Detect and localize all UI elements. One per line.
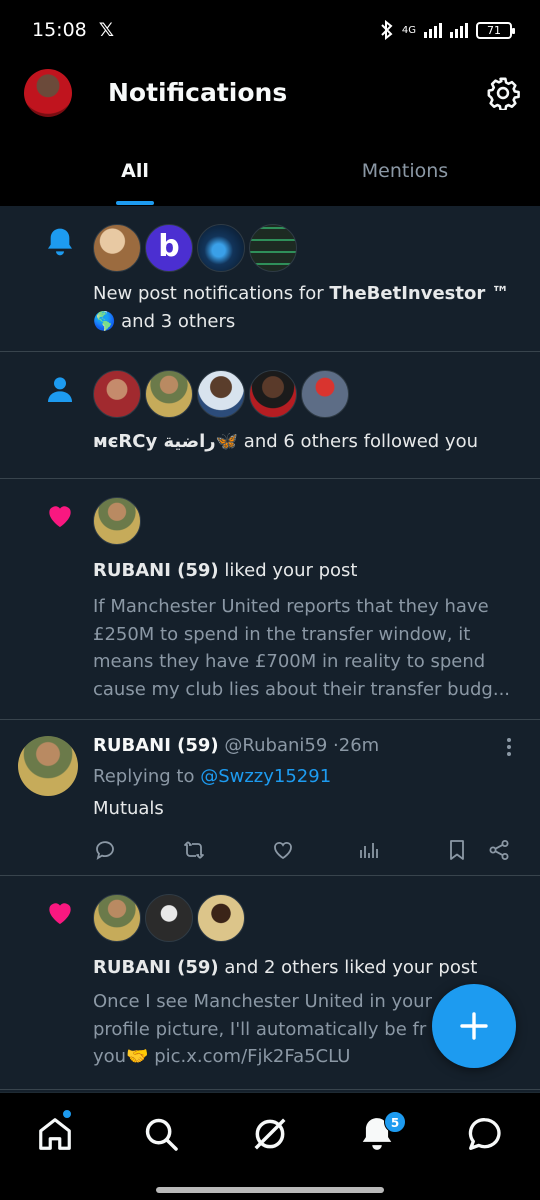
avatar[interactable]: [197, 894, 245, 942]
avatar[interactable]: [249, 370, 297, 418]
grok-icon[interactable]: [251, 1115, 289, 1153]
avatar-group: b: [93, 224, 297, 272]
avatar[interactable]: [145, 894, 193, 942]
notification-item[interactable]: b New post notifications for TheBetInves…: [0, 206, 540, 352]
avatar[interactable]: [301, 370, 349, 418]
more-options-icon[interactable]: [502, 736, 516, 758]
views-icon[interactable]: [356, 838, 380, 862]
notification-text: RUBANI (59) and 2 others liked your post: [93, 957, 478, 978]
post-item[interactable]: RUBANI (59) @Rubani59 ·26m Replying to @…: [0, 720, 540, 876]
notification-text: New post notifications for TheBetInvesto…: [93, 283, 510, 332]
search-icon[interactable]: [142, 1115, 180, 1153]
avatar-group: [93, 370, 349, 418]
home-unread-dot: [61, 1108, 73, 1120]
status-time: 15:08: [32, 19, 87, 41]
status-bar: 15:08 𝕏 4G 71: [0, 0, 540, 60]
avatar[interactable]: [93, 497, 141, 545]
signal-icon: [424, 22, 442, 38]
avatar[interactable]: [93, 370, 141, 418]
avatar[interactable]: [93, 224, 141, 272]
notification-item[interactable]: RUBANI (59) liked your post If Mancheste…: [0, 479, 540, 720]
share-icon[interactable]: [487, 838, 511, 862]
avatar-group: [93, 497, 141, 545]
avatar[interactable]: [93, 894, 141, 942]
notification-count-badge: 5: [384, 1111, 406, 1133]
x-logo-icon: 𝕏: [98, 19, 115, 41]
battery-icon: 71: [476, 21, 515, 39]
gear-icon[interactable]: [486, 76, 520, 110]
like-icon[interactable]: [271, 838, 295, 862]
network-type: 4G: [401, 24, 416, 36]
bell-icon: [48, 228, 72, 256]
compose-button[interactable]: [432, 984, 516, 1068]
signal-icon-2: [450, 22, 468, 38]
active-tab-indicator: [116, 201, 154, 205]
post-header: RUBANI (59) @Rubani59 ·26m: [93, 735, 380, 756]
gesture-bar: [156, 1187, 384, 1193]
notification-item[interactable]: ᴍєRCу راضية🦋 and 6 others followed you: [0, 352, 540, 479]
profile-avatar[interactable]: [24, 69, 72, 117]
bookmark-icon[interactable]: [445, 838, 469, 862]
avatar-group: [93, 894, 245, 942]
messages-icon[interactable]: [466, 1115, 504, 1153]
notifications-list: b New post notifications for TheBetInves…: [0, 206, 540, 1090]
repost-icon[interactable]: [182, 838, 206, 862]
reply-icon[interactable]: [93, 838, 117, 862]
post-actions: [93, 838, 523, 864]
replying-to: Replying to @Swzzy15291: [93, 766, 332, 787]
plus-icon: [460, 1012, 488, 1040]
tab-mentions[interactable]: Mentions: [270, 160, 540, 212]
avatar[interactable]: b: [145, 224, 193, 272]
author-avatar[interactable]: [18, 736, 78, 796]
avatar[interactable]: [197, 370, 245, 418]
bottom-nav: 5: [0, 1092, 540, 1200]
avatar[interactable]: [197, 224, 245, 272]
post-body: Mutuals: [93, 798, 164, 819]
person-icon: [48, 377, 72, 402]
notification-text: ᴍєRCу راضية🦋 and 6 others followed you: [93, 431, 478, 452]
page-title: Notifications: [108, 78, 288, 107]
home-icon[interactable]: [36, 1115, 74, 1153]
avatar[interactable]: [249, 224, 297, 272]
bluetooth-icon: [381, 20, 393, 40]
notification-text: RUBANI (59) liked your post: [93, 560, 358, 581]
heart-icon: [49, 506, 71, 527]
heart-icon: [49, 903, 71, 924]
app-header: Notifications All Mentions: [0, 60, 540, 206]
avatar[interactable]: [145, 370, 193, 418]
post-snippet: If Manchester United reports that they h…: [93, 596, 511, 700]
